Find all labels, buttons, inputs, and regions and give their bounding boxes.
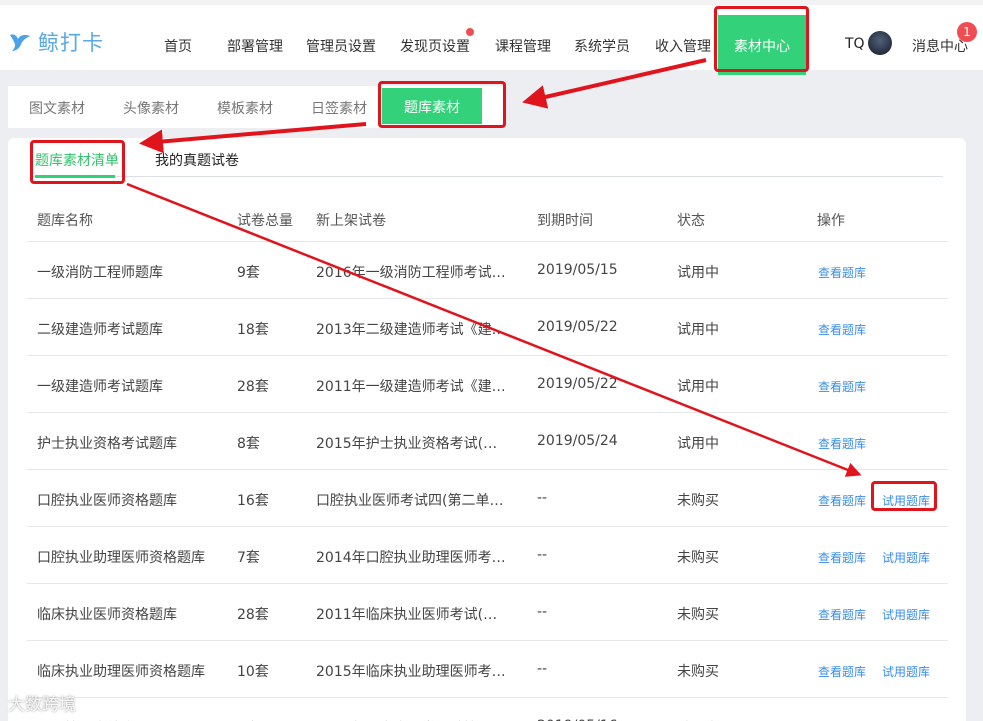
cell-status: 未购买: [677, 550, 719, 566]
subtab-avatar-material[interactable]: 头像素材: [123, 98, 179, 118]
avatar[interactable]: [868, 31, 892, 55]
header-actions: 操作: [817, 213, 845, 229]
cell-paper-total: 18套: [237, 322, 269, 338]
tab-question-bank-list[interactable]: 题库素材清单: [35, 150, 119, 170]
cell-status: 未购买: [677, 607, 719, 623]
whale-logo-icon: [10, 34, 30, 51]
cell-expiry-date: 2019/05/22: [537, 319, 618, 335]
cell-status: 未购买: [677, 664, 719, 680]
subtab-template-material[interactable]: 模板素材: [217, 98, 273, 118]
table-row: 二级建造师考试题库 18套 2013年二级建造师考试《建… 2019/05/22 试用中…: [27, 298, 948, 355]
trial-bank-button[interactable]: 试用题库: [882, 606, 930, 623]
header-expiry-date: 到期时间: [537, 213, 593, 229]
cell-new-paper: 2015年临床执业助理医师考…: [316, 664, 506, 680]
cell-bank-name: 二级建造师考试题库: [37, 322, 163, 338]
active-tab-indicator: [35, 175, 115, 178]
message-count-badge: 1: [957, 22, 977, 42]
cell-bank-name: 临床执业医师资格题库: [37, 607, 177, 623]
user-name[interactable]: TQ: [845, 36, 865, 52]
nav-deploy-management[interactable]: 部署管理: [227, 36, 283, 56]
cell-expiry-date: --: [537, 490, 548, 506]
logo-text: 鲸打卡: [38, 31, 104, 55]
cell-new-paper: 2016年一级消防工程师考试…: [316, 265, 506, 281]
cell-bank-name: 口腔执业医师资格题库: [37, 493, 177, 509]
nav-home[interactable]: 首页: [164, 36, 192, 56]
cell-new-paper: 2011年一级建造师考试《建…: [316, 379, 506, 395]
view-bank-button[interactable]: 查看题库: [818, 606, 866, 623]
table-row: 口腔执业医师资格题库 16套 口腔执业医师考试四(第二单元) -- 未购买 查看题库 试用题…: [27, 469, 948, 526]
cell-new-paper: 2013年二级建造师考试《建…: [316, 322, 506, 338]
header-new-paper: 新上架试卷: [316, 213, 386, 229]
table-row: 一级建造师考试题库 28套 2011年一级建造师考试《建… 2019/05/22 试用中…: [27, 355, 948, 412]
cell-paper-total: 16套: [237, 493, 269, 509]
nav-income-management[interactable]: 收入管理: [655, 36, 711, 56]
subtab-graphic-material[interactable]: 图文素材: [29, 98, 85, 118]
table-row: 临床执业助理医师资格题库 10套 2015年临床执业助理医师考… -- 未购买 查看题库试…: [27, 640, 948, 697]
cell-new-paper: 2014年口腔执业助理医师考…: [316, 550, 506, 566]
cell-paper-total: 28套: [237, 379, 269, 395]
table-row: 临床执业医师资格题库 28套 2011年临床执业医师考试(第… -- 未购买 查看题库 试用…: [27, 583, 948, 640]
view-bank-button[interactable]: 查看题库: [818, 264, 866, 281]
view-bank-button[interactable]: 查看题库: [818, 378, 866, 395]
header-status: 状态: [677, 213, 705, 229]
subtab-question-bank-label: 题库素材: [404, 100, 460, 116]
cell-expiry-date: 2019/05/24: [537, 433, 618, 449]
view-bank-button[interactable]: 查看题库: [818, 549, 866, 566]
view-bank-button[interactable]: 查看题库: [818, 492, 866, 509]
header-bank-name: 题库名称: [37, 213, 93, 229]
cell-new-paper: 2011年临床执业医师考试(第…: [316, 607, 506, 623]
trial-bank-button[interactable]: 试用题库: [882, 549, 930, 566]
cell-status: 试用中: [677, 265, 719, 281]
cell-expiry-date: --: [537, 661, 548, 677]
cell-status: 试用中: [677, 436, 719, 452]
tab-divider: [33, 176, 943, 177]
nav-course-management[interactable]: 课程管理: [495, 36, 551, 56]
brand-logo[interactable]: 鲸打卡: [8, 27, 104, 57]
cell-expiry-date: 2019/05/15: [537, 262, 618, 278]
subtab-daily-card-material[interactable]: 日签素材: [311, 98, 367, 118]
cell-status: 试用中: [677, 379, 719, 395]
top-navbar: 鲸打卡 首页 部署管理 管理员设置 发现页设置 课程管理 系统学员 收入管理 素…: [0, 0, 983, 75]
watermark: 大数跨境: [8, 695, 76, 715]
table-row: 护士执业资格考试题库 8套 2015年护士执业资格考试(实… 2019/05/24 试用…: [27, 412, 948, 469]
table-row: 口腔执业助理医师资格题库 7套 2014年口腔执业助理医师考… -- 未购买 查看题库 试用…: [27, 526, 948, 583]
cell-expiry-date: 2019/05/22: [537, 376, 618, 392]
cell-paper-total: 10套: [237, 664, 269, 680]
view-bank-button[interactable]: 查看题库: [818, 663, 866, 680]
subtab-question-bank[interactable]: 题库素材: [382, 88, 482, 124]
table-row: 一级消防工程师题库 9套 2016年一级消防工程师考试… 2019/05/15 试用中 查…: [27, 241, 948, 298]
cell-expiry-date: --: [537, 604, 548, 620]
notification-dot: [466, 28, 474, 36]
header-paper-total: 试卷总量: [237, 213, 293, 229]
cell-bank-name: 口腔执业助理医师资格题库: [37, 550, 205, 566]
nav-admin-settings[interactable]: 管理员设置: [306, 36, 376, 56]
cell-bank-name: 一级消防工程师题库: [37, 265, 163, 281]
trial-bank-button[interactable]: 试用题库: [882, 492, 930, 509]
table-row: 考研管理类综合9套2019年研究生入学考试管理…2019/05/16试用中查看题…: [27, 697, 948, 721]
cell-paper-total: 28套: [237, 607, 269, 623]
view-bank-button[interactable]: 查看题库: [818, 435, 866, 452]
cell-bank-name: 一级建造师考试题库: [37, 379, 163, 395]
cell-new-paper: 2015年护士执业资格考试(实…: [316, 436, 506, 452]
cell-bank-name: 护士执业资格考试题库: [37, 436, 177, 452]
cell-paper-total: 7套: [237, 550, 260, 566]
cell-expiry-date: --: [537, 547, 548, 563]
cell-status: 未购买: [677, 493, 719, 509]
view-bank-button[interactable]: 查看题库: [818, 321, 866, 338]
cell-paper-total: 8套: [237, 436, 260, 452]
cell-new-paper: 口腔执业医师考试四(第二单元): [316, 493, 506, 509]
nav-material-center[interactable]: 素材中心: [718, 15, 806, 75]
cell-bank-name: 临床执业助理医师资格题库: [37, 664, 205, 680]
nav-material-center-label: 素材中心: [734, 39, 790, 55]
tab-my-real-exams[interactable]: 我的真题试卷: [155, 150, 239, 170]
cell-paper-total: 9套: [237, 265, 260, 281]
cell-status: 试用中: [677, 322, 719, 338]
nav-discover-settings[interactable]: 发现页设置: [400, 36, 470, 56]
nav-students[interactable]: 系统学员: [574, 36, 630, 56]
trial-bank-button[interactable]: 试用题库: [882, 663, 930, 680]
